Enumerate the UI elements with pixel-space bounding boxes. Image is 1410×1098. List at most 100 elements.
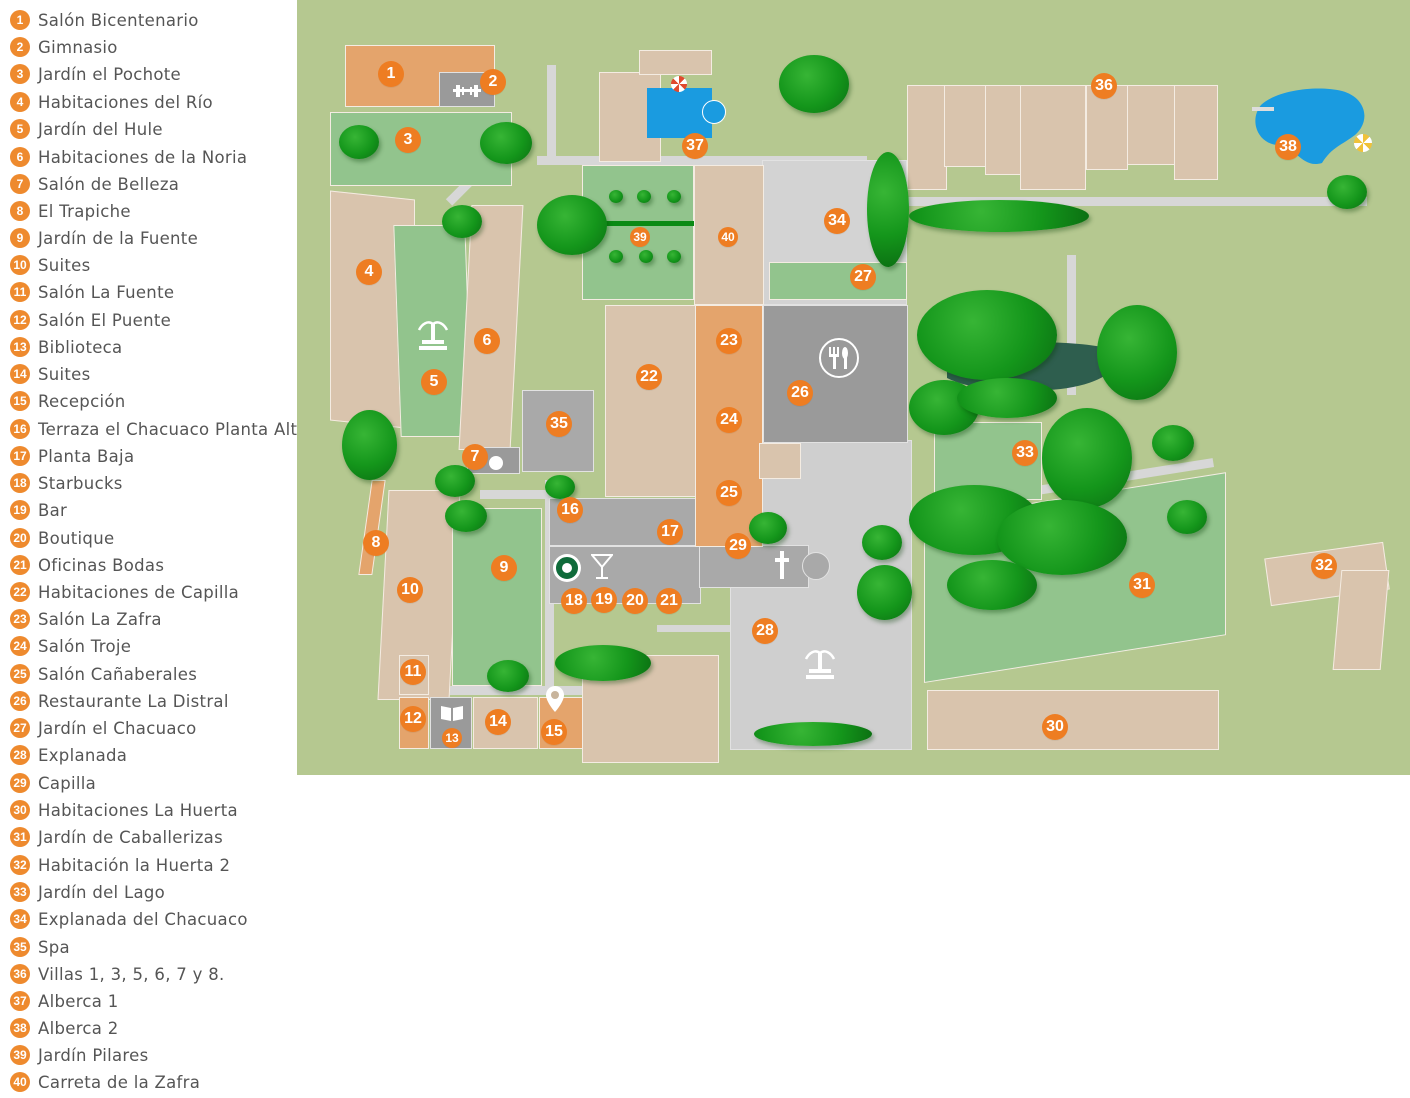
map-marker-36[interactable]: 36 bbox=[1091, 73, 1117, 99]
villa bbox=[944, 85, 986, 167]
legend-item-14: 14 Suites bbox=[10, 361, 91, 387]
habitacion-la-huerta-2-wing bbox=[1332, 570, 1390, 670]
map-marker-6[interactable]: 6 bbox=[474, 328, 500, 354]
legend-label: Biblioteca bbox=[38, 337, 123, 357]
legend-item-23: 23 Salón La Zafra bbox=[10, 606, 162, 632]
map-marker-24[interactable]: 24 bbox=[716, 407, 742, 433]
map-marker-27[interactable]: 27 bbox=[850, 264, 876, 290]
map-marker-33[interactable]: 33 bbox=[1012, 440, 1038, 466]
map-marker-13[interactable]: 13 bbox=[442, 728, 462, 748]
map-marker-19[interactable]: 19 bbox=[591, 587, 617, 613]
map-marker-20[interactable]: 20 bbox=[622, 588, 648, 614]
villa bbox=[1020, 85, 1086, 190]
legend-number-badge: 12 bbox=[10, 310, 30, 330]
map-marker-3[interactable]: 3 bbox=[395, 127, 421, 153]
legend-number-badge: 2 bbox=[10, 37, 30, 57]
legend-item-18: 18 Starbucks bbox=[10, 470, 123, 496]
legend-number-badge: 32 bbox=[10, 855, 30, 875]
tree bbox=[917, 290, 1057, 380]
legend-label: Recepción bbox=[38, 391, 126, 411]
tree bbox=[445, 500, 487, 532]
map-marker-40[interactable]: 40 bbox=[718, 227, 738, 247]
tree bbox=[957, 378, 1057, 418]
jardin-de-la-fuente bbox=[452, 508, 542, 686]
tree bbox=[1327, 175, 1367, 209]
legend-number-badge: 19 bbox=[10, 500, 30, 520]
fountain-icon bbox=[802, 644, 838, 684]
legend-number-badge: 24 bbox=[10, 636, 30, 656]
legend-number-badge: 26 bbox=[10, 691, 30, 711]
map-marker-16[interactable]: 16 bbox=[557, 497, 583, 523]
map-marker-35[interactable]: 35 bbox=[546, 411, 572, 437]
legend-item-22: 22 Habitaciones de Capilla bbox=[10, 579, 239, 605]
map-marker-7[interactable]: 7 bbox=[462, 444, 488, 470]
legend-number-badge: 37 bbox=[10, 991, 30, 1011]
legend-item-4: 4 Habitaciones del Río bbox=[10, 89, 213, 115]
legend-item-34: 34 Explanada del Chacuaco bbox=[10, 906, 248, 932]
map-marker-32[interactable]: 32 bbox=[1311, 553, 1337, 579]
legend-item-6: 6 Habitaciones de la Noria bbox=[10, 144, 247, 170]
tree bbox=[442, 205, 482, 238]
map-marker-30[interactable]: 30 bbox=[1042, 714, 1068, 740]
map-marker-37[interactable]: 37 bbox=[682, 133, 708, 159]
legend-label: Spa bbox=[38, 937, 70, 957]
map-marker-31[interactable]: 31 bbox=[1129, 572, 1155, 598]
map-marker-18[interactable]: 18 bbox=[561, 588, 587, 614]
tree bbox=[754, 722, 872, 746]
legend-label: Salón La Fuente bbox=[38, 282, 175, 302]
map-marker-39[interactable]: 39 bbox=[630, 227, 650, 247]
legend-number-badge: 20 bbox=[10, 528, 30, 548]
legend-number-badge: 40 bbox=[10, 1072, 30, 1092]
map-marker-5[interactable]: 5 bbox=[421, 369, 447, 395]
map-marker-34[interactable]: 34 bbox=[824, 208, 850, 234]
map-marker-23[interactable]: 23 bbox=[716, 328, 742, 354]
map-marker-9[interactable]: 9 bbox=[491, 555, 517, 581]
legend-item-7: 7 Salón de Belleza bbox=[10, 171, 179, 197]
legend-label: Jardín del Hule bbox=[38, 119, 163, 139]
legend-label: Explanada del Chacuaco bbox=[38, 909, 248, 929]
legend-item-21: 21 Oficinas Bodas bbox=[10, 552, 164, 578]
map-marker-1[interactable]: 1 bbox=[378, 61, 404, 87]
legend-label: Jardín de Caballerizas bbox=[38, 827, 223, 847]
map-marker-29[interactable]: 29 bbox=[725, 533, 751, 559]
legend-label: Salón de Belleza bbox=[38, 174, 180, 194]
legend-label: Carreta de la Zafra bbox=[38, 1072, 201, 1092]
tree bbox=[867, 152, 909, 267]
starbucks-icon bbox=[553, 554, 581, 582]
map-marker-2[interactable]: 2 bbox=[480, 69, 506, 95]
habitaciones-de-la-noria bbox=[458, 205, 524, 450]
map-marker-28[interactable]: 28 bbox=[752, 618, 778, 644]
tree bbox=[1097, 305, 1177, 400]
umbrella-icon bbox=[1354, 134, 1372, 152]
map-marker-15[interactable]: 15 bbox=[541, 719, 567, 745]
map-marker-22[interactable]: 22 bbox=[636, 364, 662, 390]
map-marker-17[interactable]: 17 bbox=[657, 519, 683, 545]
legend-number-badge: 18 bbox=[10, 473, 30, 493]
legend-item-26: 26 Restaurante La Distral bbox=[10, 688, 229, 714]
map-marker-14[interactable]: 14 bbox=[485, 709, 511, 735]
map-marker-4[interactable]: 4 bbox=[356, 259, 382, 285]
shrub bbox=[667, 190, 681, 203]
map-marker-26[interactable]: 26 bbox=[787, 380, 813, 406]
map-marker-25[interactable]: 25 bbox=[716, 480, 742, 506]
legend-number-badge: 30 bbox=[10, 800, 30, 820]
map-marker-8[interactable]: 8 bbox=[363, 530, 389, 556]
tree bbox=[779, 55, 849, 113]
legend-item-39: 39 Jardín Pilares bbox=[10, 1042, 148, 1068]
legend-label: Alberca 1 bbox=[38, 991, 119, 1011]
tree bbox=[487, 660, 529, 692]
map-marker-11[interactable]: 11 bbox=[400, 659, 426, 685]
map-marker-38[interactable]: 38 bbox=[1275, 134, 1301, 160]
legend-item-11: 11 Salón La Fuente bbox=[10, 279, 174, 305]
legend-item-30: 30 Habitaciones La Huerta bbox=[10, 797, 238, 823]
legend-number-badge: 22 bbox=[10, 582, 30, 602]
legend-label: Planta Baja bbox=[38, 446, 135, 466]
legend-label: Gimnasio bbox=[38, 37, 118, 57]
map-marker-21[interactable]: 21 bbox=[656, 588, 682, 614]
shrub bbox=[637, 190, 651, 203]
resort-map: Habitaciones Del Río:101 a 106 PB201 A 2… bbox=[297, 0, 1410, 775]
legend-item-27: 27 Jardín el Chacuaco bbox=[10, 715, 197, 741]
map-marker-10[interactable]: 10 bbox=[397, 577, 423, 603]
map-marker-12[interactable]: 12 bbox=[400, 706, 426, 732]
legend-number-badge: 29 bbox=[10, 773, 30, 793]
